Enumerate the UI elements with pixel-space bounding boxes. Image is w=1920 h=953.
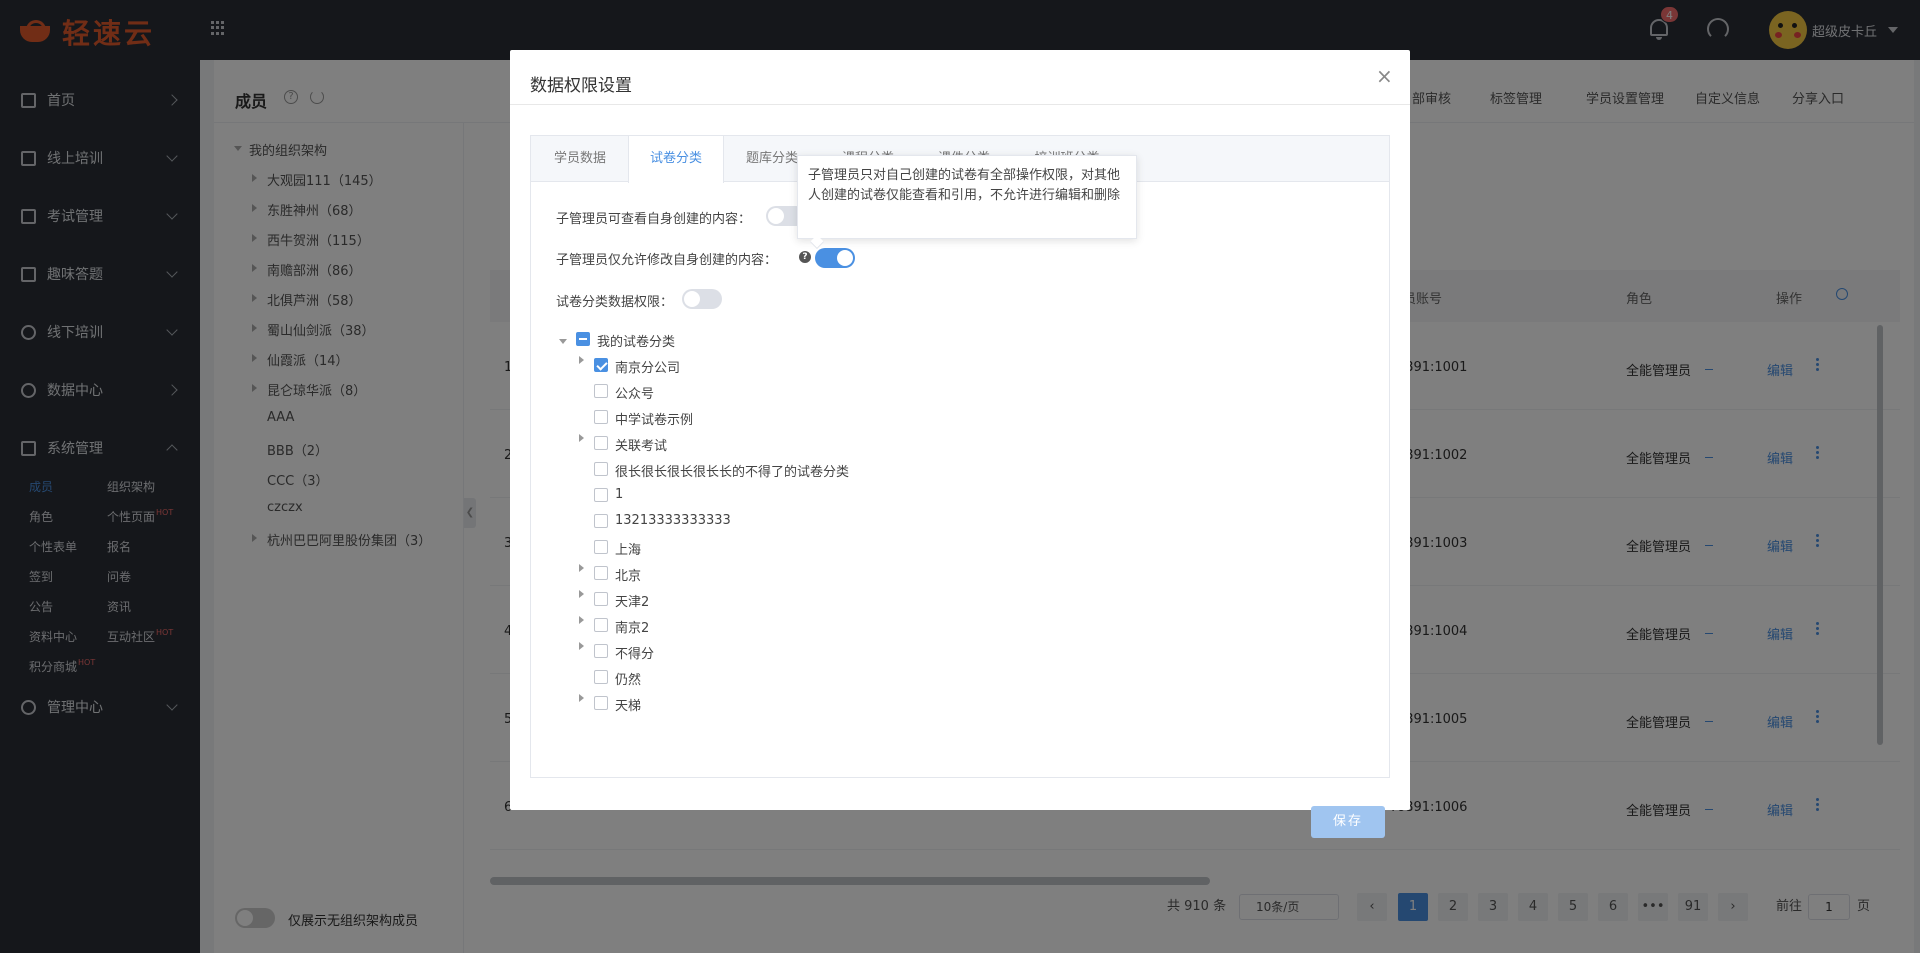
- caret-right-icon[interactable]: [579, 356, 584, 364]
- tree-root-checkbox[interactable]: [576, 332, 590, 346]
- tree-node-checkbox[interactable]: [594, 514, 608, 528]
- tree-node-checkbox[interactable]: [594, 540, 608, 554]
- tree-node-label: 很长很长很长很长长的不得了的试卷分类: [615, 465, 850, 480]
- help-tooltip: 子管理员只对自己创建的试卷有全部操作权限，对其他人创建的试卷仅能查看和引用，不允…: [797, 155, 1137, 239]
- tree-node-checkbox[interactable]: [594, 566, 608, 580]
- edit-own-switch[interactable]: [815, 248, 855, 268]
- view-own-label: 子管理员可查看自身创建的内容：: [556, 212, 752, 227]
- tab-exam-category[interactable]: 试卷分类: [628, 136, 724, 183]
- tree-node-checkbox[interactable]: [594, 358, 608, 372]
- tree-node-label: 仍然: [615, 673, 642, 688]
- tree-node-checkbox[interactable]: [594, 618, 608, 632]
- caret-down-icon[interactable]: [559, 339, 567, 344]
- close-icon[interactable]: ×: [1376, 66, 1393, 86]
- tree-node-checkbox[interactable]: [594, 592, 608, 606]
- tree-node-label: 1: [615, 487, 624, 502]
- tree-node-label: 南京分公司: [615, 361, 681, 376]
- dialog-title: 数据权限设置: [530, 76, 632, 96]
- category-permission-switch[interactable]: [682, 289, 722, 309]
- tree-node-label: 关联考试: [615, 439, 668, 454]
- caret-right-icon[interactable]: [579, 694, 584, 702]
- tree-node-checkbox[interactable]: [594, 488, 608, 502]
- tree-node-label: 不得分: [615, 647, 655, 662]
- tree-node-checkbox[interactable]: [594, 436, 608, 450]
- help-icon[interactable]: ?: [799, 251, 811, 263]
- tree-node-label: 北京: [615, 569, 642, 584]
- caret-right-icon[interactable]: [579, 642, 584, 650]
- caret-right-icon[interactable]: [579, 590, 584, 598]
- divider: [510, 104, 1410, 105]
- save-button[interactable]: 保存: [1311, 806, 1385, 838]
- caret-right-icon[interactable]: [579, 564, 584, 572]
- tree-node-checkbox[interactable]: [594, 384, 608, 398]
- tree-node-label: 13213333333333: [615, 513, 731, 528]
- tab-student-data[interactable]: 学员数据: [531, 136, 629, 182]
- tree-node-label: 公众号: [615, 387, 655, 402]
- caret-right-icon[interactable]: [579, 616, 584, 624]
- tree-node-label: 南京2: [615, 621, 650, 636]
- tree-node-checkbox[interactable]: [594, 462, 608, 476]
- tree-root-label: 我的试卷分类: [597, 335, 676, 350]
- category-permission-label: 试卷分类数据权限：: [556, 295, 674, 310]
- tree-node-checkbox[interactable]: [594, 644, 608, 658]
- tree-node-label: 天津2: [615, 595, 650, 610]
- edit-own-label: 子管理员仅允许修改自身创建的内容：: [556, 253, 778, 268]
- tree-node-label: 天梯: [615, 699, 642, 714]
- tree-node-checkbox[interactable]: [594, 696, 608, 710]
- tree-node-label: 上海: [615, 543, 642, 558]
- tree-node-checkbox[interactable]: [594, 410, 608, 424]
- tree-node-label: 中学试卷示例: [615, 413, 694, 428]
- caret-right-icon[interactable]: [579, 434, 584, 442]
- tree-node-checkbox[interactable]: [594, 670, 608, 684]
